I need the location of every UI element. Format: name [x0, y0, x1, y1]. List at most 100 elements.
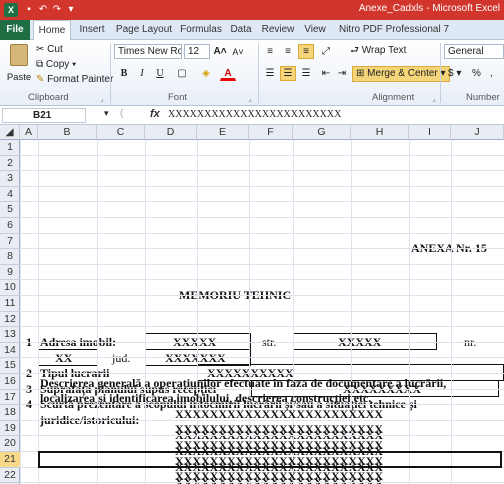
- align-middle-icon[interactable]: ≡: [280, 44, 296, 59]
- row-header-15[interactable]: 15: [0, 358, 20, 374]
- shrink-font-icon[interactable]: A˅: [230, 44, 246, 59]
- alignment-launcher-icon[interactable]: ⌟: [432, 94, 436, 103]
- undo-icon[interactable]: ↶: [36, 3, 50, 17]
- column-header-e[interactable]: E: [197, 125, 249, 140]
- tab-nitro-pdf[interactable]: Nitro PDF Professional 7: [334, 20, 454, 40]
- font-launcher-icon[interactable]: ⌟: [248, 94, 252, 103]
- name-box[interactable]: B21: [2, 108, 86, 123]
- orientation-icon[interactable]: ⤢: [318, 44, 334, 59]
- grow-font-icon[interactable]: A˄: [212, 44, 228, 59]
- column-header-a[interactable]: A: [20, 125, 38, 140]
- row-header-10[interactable]: 10: [0, 280, 20, 296]
- align-top-icon[interactable]: ≡: [262, 44, 278, 59]
- cell-r17-label[interactable]: localizarea și identificarea imobilului,…: [40, 390, 371, 406]
- row-header-7[interactable]: 7: [0, 234, 20, 250]
- currency-button[interactable]: $ ▾: [448, 67, 461, 81]
- column-header-c[interactable]: C: [97, 125, 145, 140]
- italic-button[interactable]: I: [134, 66, 150, 81]
- row-header-14[interactable]: 14: [0, 343, 20, 359]
- row-header-3[interactable]: 3: [0, 171, 20, 187]
- row-header-6[interactable]: 6: [0, 218, 20, 234]
- tab-page-layout[interactable]: Page Layout: [112, 20, 176, 40]
- paste-button[interactable]: Paste: [4, 44, 34, 85]
- row-header-2[interactable]: 2: [0, 156, 20, 172]
- paste-label: Paste: [6, 72, 32, 83]
- column-header-h[interactable]: H: [351, 125, 409, 140]
- row-header-13[interactable]: 13: [0, 327, 20, 343]
- align-left-icon[interactable]: ☰: [262, 66, 278, 81]
- row-header-4[interactable]: 4: [0, 187, 20, 203]
- scissors-icon: ✂: [36, 44, 45, 55]
- bold-button[interactable]: B: [116, 66, 132, 81]
- row-header-12[interactable]: 12: [0, 312, 20, 328]
- divider: [440, 43, 441, 103]
- save-icon[interactable]: ▪: [22, 3, 36, 17]
- borders-icon[interactable]: ▢: [174, 66, 190, 81]
- column-header-i[interactable]: I: [409, 125, 451, 140]
- row-header-20[interactable]: 20: [0, 436, 20, 452]
- underline-button[interactable]: U: [152, 66, 168, 81]
- comma-button[interactable]: ,: [490, 67, 493, 81]
- format-painter-button[interactable]: ✎ Format Painter: [36, 73, 113, 87]
- tab-data[interactable]: Data: [226, 20, 256, 40]
- name-box-dropdown-icon[interactable]: ▾: [104, 108, 109, 119]
- copy-button[interactable]: ⧉ Copy ▾: [36, 58, 76, 72]
- grid-line: [20, 263, 504, 265]
- decrease-indent-icon[interactable]: ⇤: [318, 66, 334, 81]
- row-header-8[interactable]: 8: [0, 249, 20, 265]
- cell-r16-label[interactable]: Descrierea generală a operațiunilor efec…: [40, 375, 446, 391]
- font-size-box[interactable]: 12: [184, 44, 210, 59]
- clipboard-launcher-icon[interactable]: ⌟: [100, 94, 104, 103]
- grid-line: [20, 248, 504, 250]
- row-header-11[interactable]: 11: [0, 296, 20, 312]
- column-header-g[interactable]: G: [293, 125, 351, 140]
- tab-file[interactable]: File: [0, 20, 30, 40]
- align-bottom-icon[interactable]: ≡: [298, 44, 314, 59]
- cell-r22[interactable]: XXXXXXXXXXXXXXXXXXXXXXXX: [175, 468, 383, 484]
- redo-icon[interactable]: ↷: [50, 3, 64, 17]
- row-header-9[interactable]: 9: [0, 265, 20, 281]
- tab-insert[interactable]: Insert: [74, 20, 110, 40]
- grid-line: [20, 326, 504, 328]
- row-header-1[interactable]: 1: [0, 140, 20, 156]
- align-center-icon[interactable]: ☰: [280, 66, 296, 81]
- tab-formulas[interactable]: Formulas: [178, 20, 224, 40]
- function-icon[interactable]: fx: [150, 108, 160, 120]
- row-header-22[interactable]: 22: [0, 468, 20, 484]
- tab-review[interactable]: Review: [258, 20, 298, 40]
- customize-quick-access-icon[interactable]: ▾: [64, 3, 78, 17]
- font-name-box[interactable]: Times New Roma: [114, 44, 182, 59]
- format-painter-label: Format Painter: [47, 74, 114, 85]
- row-header-16[interactable]: 16: [0, 374, 20, 390]
- font-color-icon[interactable]: A: [220, 66, 236, 81]
- grid-line: [20, 201, 504, 203]
- merge-center-button[interactable]: ⊞ Merge & Center ▾: [352, 66, 450, 82]
- fill-color-icon[interactable]: ◈: [198, 66, 214, 81]
- cut-button[interactable]: ✂ Cut: [36, 43, 63, 57]
- number-format-box[interactable]: General: [444, 44, 504, 59]
- tab-home[interactable]: Home: [33, 20, 71, 41]
- column-header-f[interactable]: F: [249, 125, 293, 140]
- wrap-text-button[interactable]: ⮐ Wrap Text: [350, 44, 406, 58]
- selected-cell-outline: [38, 451, 502, 468]
- divider: [110, 43, 111, 103]
- row-header-17[interactable]: 17: [0, 390, 20, 406]
- row-header-18[interactable]: 18: [0, 405, 20, 421]
- column-header-j[interactable]: J: [451, 125, 504, 140]
- cell-r18[interactable]: XXXXXXXXXXXXXXXXXXXXXXXX: [175, 406, 383, 422]
- formula-input[interactable]: XXXXXXXXXXXXXXXXXXXXXXXX: [168, 109, 341, 120]
- align-right-icon[interactable]: ☰: [298, 66, 314, 81]
- column-header-d[interactable]: D: [145, 125, 197, 140]
- worksheet-grid[interactable]: ANEXA Nr. 15 MEMORIU TEHNIC 1 Adresa imo…: [20, 140, 504, 484]
- increase-indent-icon[interactable]: ⇥: [334, 66, 350, 81]
- column-header-b[interactable]: B: [38, 125, 97, 140]
- select-all-corner[interactable]: ◢: [0, 125, 20, 140]
- row-header-19[interactable]: 19: [0, 421, 20, 437]
- brush-icon: ✎: [36, 74, 45, 85]
- number-group-label: Number: [466, 92, 500, 103]
- cell-r19[interactable]: XXXXXXXXXXXXXXXXXXXXXXXX: [175, 421, 383, 437]
- tab-view[interactable]: View: [300, 20, 330, 40]
- row-header-21[interactable]: 21: [0, 452, 20, 468]
- percent-button[interactable]: %: [472, 67, 481, 81]
- row-header-5[interactable]: 5: [0, 202, 20, 218]
